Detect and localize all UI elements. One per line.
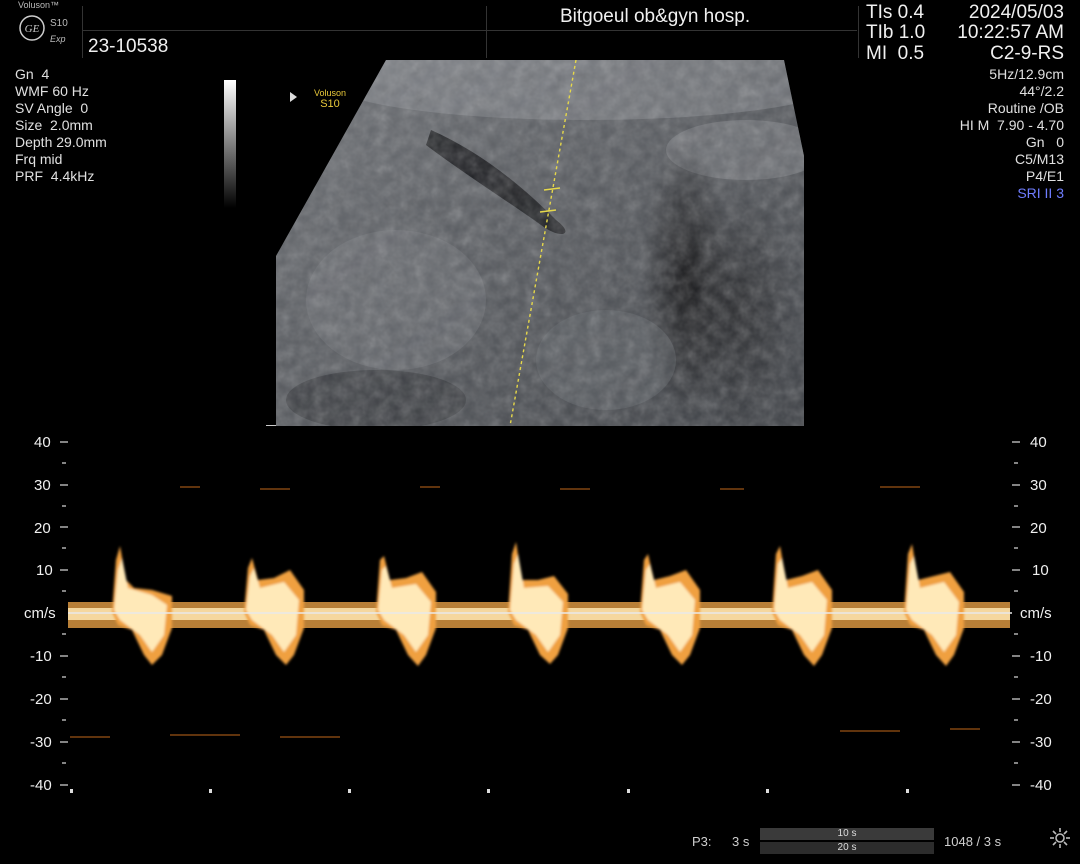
depth-tick-end <box>266 425 276 426</box>
scale-right-unit: cm/s <box>1020 605 1052 622</box>
scale-right-10: 10 <box>1032 562 1049 579</box>
scale-right-neg40: -40 <box>1030 777 1052 794</box>
p3-label: P3: <box>692 834 712 849</box>
p3-value: 3 s <box>732 834 750 849</box>
param-b-gain: Gn 0 <box>1025 134 1064 150</box>
scale-right-30: 30 <box>1030 477 1047 494</box>
brand-name: Voluson™ <box>18 0 60 10</box>
cine-bar-10s[interactable]: 10 s <box>760 828 934 840</box>
scale-left-unit: cm/s <box>24 605 56 622</box>
tib-readout: TIb 1.0 <box>866 22 925 44</box>
header-divider <box>486 6 487 58</box>
model-name: S10 <box>50 18 68 29</box>
tis-value: 0.4 <box>897 2 925 23</box>
param-sri: SRI II 3 <box>1017 185 1064 201</box>
bmode-image[interactable] <box>276 60 804 426</box>
scale-right-40: 40 <box>1030 434 1047 451</box>
cine-bar-20s[interactable]: 20 s <box>760 842 934 854</box>
param-prf: PRF 4.4kHz <box>15 168 95 184</box>
mi-label: MI <box>866 43 888 64</box>
mi-readout: MI 0.5 <box>866 43 924 65</box>
ge-logo: Voluson™ GE S10 Exp <box>8 0 78 56</box>
scale-left-30: 30 <box>34 477 51 494</box>
tib-label: TIb <box>866 22 894 43</box>
scale-right-neg10: -10 <box>1030 648 1052 665</box>
ge-logo-icon: GE <box>19 15 45 41</box>
focus-marker-icon <box>290 92 297 102</box>
param-c-m: C5/M13 <box>1014 151 1064 167</box>
probe-name: C2-9-RS <box>990 43 1064 64</box>
scale-right-neg30: -30 <box>1030 734 1052 751</box>
hospital-name: Bitgoeul ob&gyn hosp. <box>560 6 751 27</box>
image-watermark: Voluson S10 <box>314 88 346 110</box>
header-divider <box>858 6 859 58</box>
param-frequency: Frq mid <box>15 151 63 167</box>
param-p-e: P4/E1 <box>1025 168 1064 184</box>
scale-right-20: 20 <box>1030 520 1047 537</box>
scale-left-neg10: -10 <box>30 648 52 665</box>
param-gain: Gn 4 <box>15 66 50 82</box>
header-divider <box>82 6 83 58</box>
scale-left-20: 20 <box>34 520 51 537</box>
scale-left-10: 10 <box>36 562 53 579</box>
param-angle: 44°/2.2 <box>1019 83 1064 99</box>
logo-text: GE <box>25 23 40 35</box>
param-depth: Depth 29.0mm <box>15 134 107 150</box>
param-frame-rate: 5Hz/12.9cm <box>989 66 1064 82</box>
scale-right-neg20: -20 <box>1030 691 1052 708</box>
cine-counter: 1048 / 3 s <box>944 834 1002 849</box>
scale-left-neg30: -30 <box>30 734 52 751</box>
time-ticks <box>70 789 909 793</box>
doppler-spectrum[interactable] <box>0 430 1080 800</box>
mi-value: 0.5 <box>897 43 925 64</box>
param-size: Size 2.0mm <box>15 117 93 133</box>
tis-label: TIs <box>866 2 893 23</box>
scale-left-40: 40 <box>34 434 51 451</box>
header-line <box>82 30 857 31</box>
param-preset: Routine /OB <box>987 100 1064 116</box>
param-wmf: WMF 60 Hz <box>15 83 89 99</box>
param-sv-angle: SV Angle 0 <box>15 100 89 116</box>
settings-gear-icon[interactable] <box>1048 826 1072 850</box>
grayscale-bar <box>224 80 236 208</box>
watermark-model: S10 <box>320 98 340 110</box>
tib-value: 1.0 <box>898 22 926 43</box>
right-scale-ticks <box>1012 441 1020 786</box>
param-harmonic: HI M 7.90 - 4.70 <box>959 117 1064 133</box>
exam-date: 2024/05/03 <box>968 2 1064 23</box>
tis-readout: TIs 0.4 <box>866 2 924 24</box>
patient-id[interactable]: 23-10538 <box>88 36 168 58</box>
model-sub: Exp <box>50 34 66 44</box>
scale-left-neg40: -40 <box>30 777 52 794</box>
left-scale-ticks <box>60 441 68 786</box>
scale-left-neg20: -20 <box>30 691 52 708</box>
exam-time: 10:22:57 AM <box>957 22 1064 43</box>
